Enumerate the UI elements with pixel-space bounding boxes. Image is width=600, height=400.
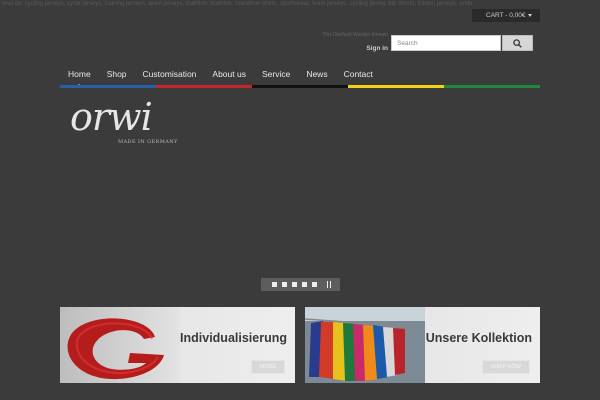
shop-now-button[interactable]: SHOP NOW [481, 360, 530, 374]
customisation-banner[interactable]: Individualisierung MORE [60, 307, 295, 383]
search-icon [513, 38, 522, 48]
color-stripe [60, 85, 540, 88]
banner-title: Unsere Kollektion [425, 331, 532, 345]
slider-dot[interactable] [272, 282, 277, 287]
stripe-segment [348, 85, 444, 88]
cart-label: CART - 0,00€ [486, 12, 526, 19]
slider-dot[interactable] [302, 282, 307, 287]
nav-item-news[interactable]: News [298, 66, 335, 86]
stripe-segment [444, 85, 540, 88]
orwi-logo[interactable]: orwi MADE IN GERMANY [68, 92, 188, 150]
jerseys-rack-image [305, 307, 425, 383]
cart-button[interactable]: CART - 0,00€ [472, 9, 540, 22]
banner-title: Individualisierung [180, 331, 287, 345]
nav-item-customisation[interactable]: Customisation [135, 66, 205, 86]
slider-dot[interactable] [282, 282, 287, 287]
slider-pager [261, 278, 340, 291]
logo-wordmark: orwi [70, 95, 152, 139]
stripe-segment [60, 85, 156, 88]
stripe-segment [156, 85, 252, 88]
sign-in-link[interactable]: Sign in [330, 45, 388, 52]
seo-keywords-bar: orwi.de: cycling jerseys, cycle jerseys,… [2, 1, 472, 7]
nav-item-home[interactable]: Home [60, 66, 99, 87]
search-button[interactable] [502, 35, 533, 51]
nav-item-about-us[interactable]: About us [204, 66, 254, 86]
slider-dot[interactable] [292, 282, 297, 287]
collection-banner[interactable]: Unsere Kollektion SHOP NOW [305, 307, 540, 383]
search-input[interactable] [391, 35, 501, 51]
pause-icon[interactable] [327, 281, 331, 288]
nav-item-contact[interactable]: Contact [336, 66, 381, 86]
nav-item-service[interactable]: Service [254, 66, 298, 86]
logo-tagline: MADE IN GERMANY [118, 139, 178, 145]
chevron-down-icon [528, 14, 532, 17]
main-nav: Home Shop Customisation About us Service… [60, 66, 540, 87]
welcome-text: This Doofield Warden domain [322, 32, 388, 38]
stripe-segment [252, 85, 348, 88]
slider-dot[interactable] [312, 282, 317, 287]
more-button[interactable]: MORE [250, 360, 285, 374]
embroidered-g-image [60, 307, 180, 383]
nav-item-shop[interactable]: Shop [99, 66, 135, 86]
